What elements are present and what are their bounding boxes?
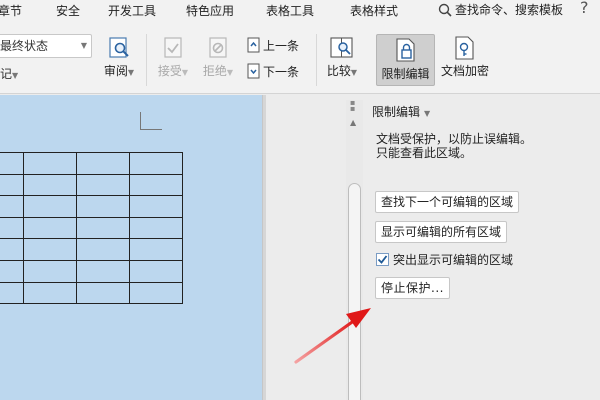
- annotation-arrow-icon: [294, 308, 371, 364]
